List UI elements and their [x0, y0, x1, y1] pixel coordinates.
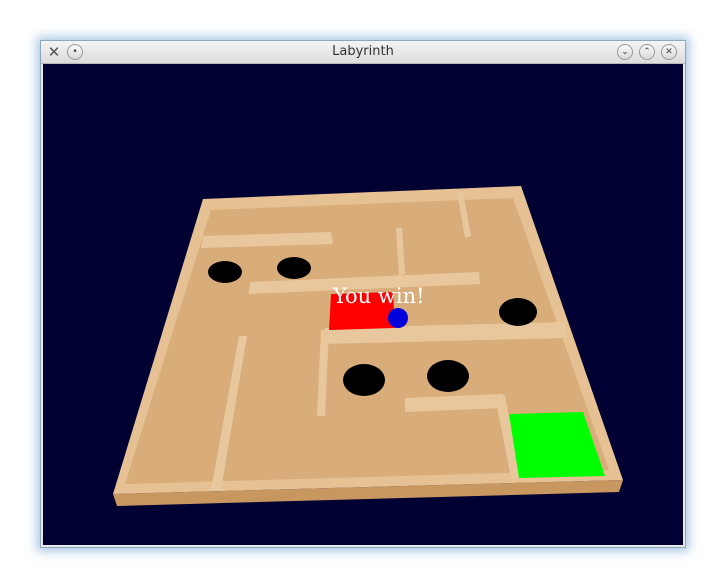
labyrinth-scene: You win!: [113, 186, 623, 506]
hole: [343, 364, 385, 396]
ball: [388, 308, 408, 328]
game-viewport[interactable]: You win!: [43, 64, 683, 545]
maximize-button[interactable]: ⌃: [639, 44, 655, 60]
window-title: Labyrinth: [332, 44, 394, 59]
title-bar[interactable]: ✕ • Labyrinth ⌄ ⌃ ✕: [41, 41, 685, 64]
hole: [499, 298, 537, 326]
hole: [208, 261, 242, 283]
hole: [277, 257, 311, 279]
minimize-button[interactable]: ⌄: [617, 44, 633, 60]
app-window: ✕ • Labyrinth ⌄ ⌃ ✕ You win!: [40, 40, 686, 548]
win-message: You win!: [332, 284, 425, 308]
close-button[interactable]: ✕: [661, 44, 677, 60]
hole: [427, 360, 469, 392]
